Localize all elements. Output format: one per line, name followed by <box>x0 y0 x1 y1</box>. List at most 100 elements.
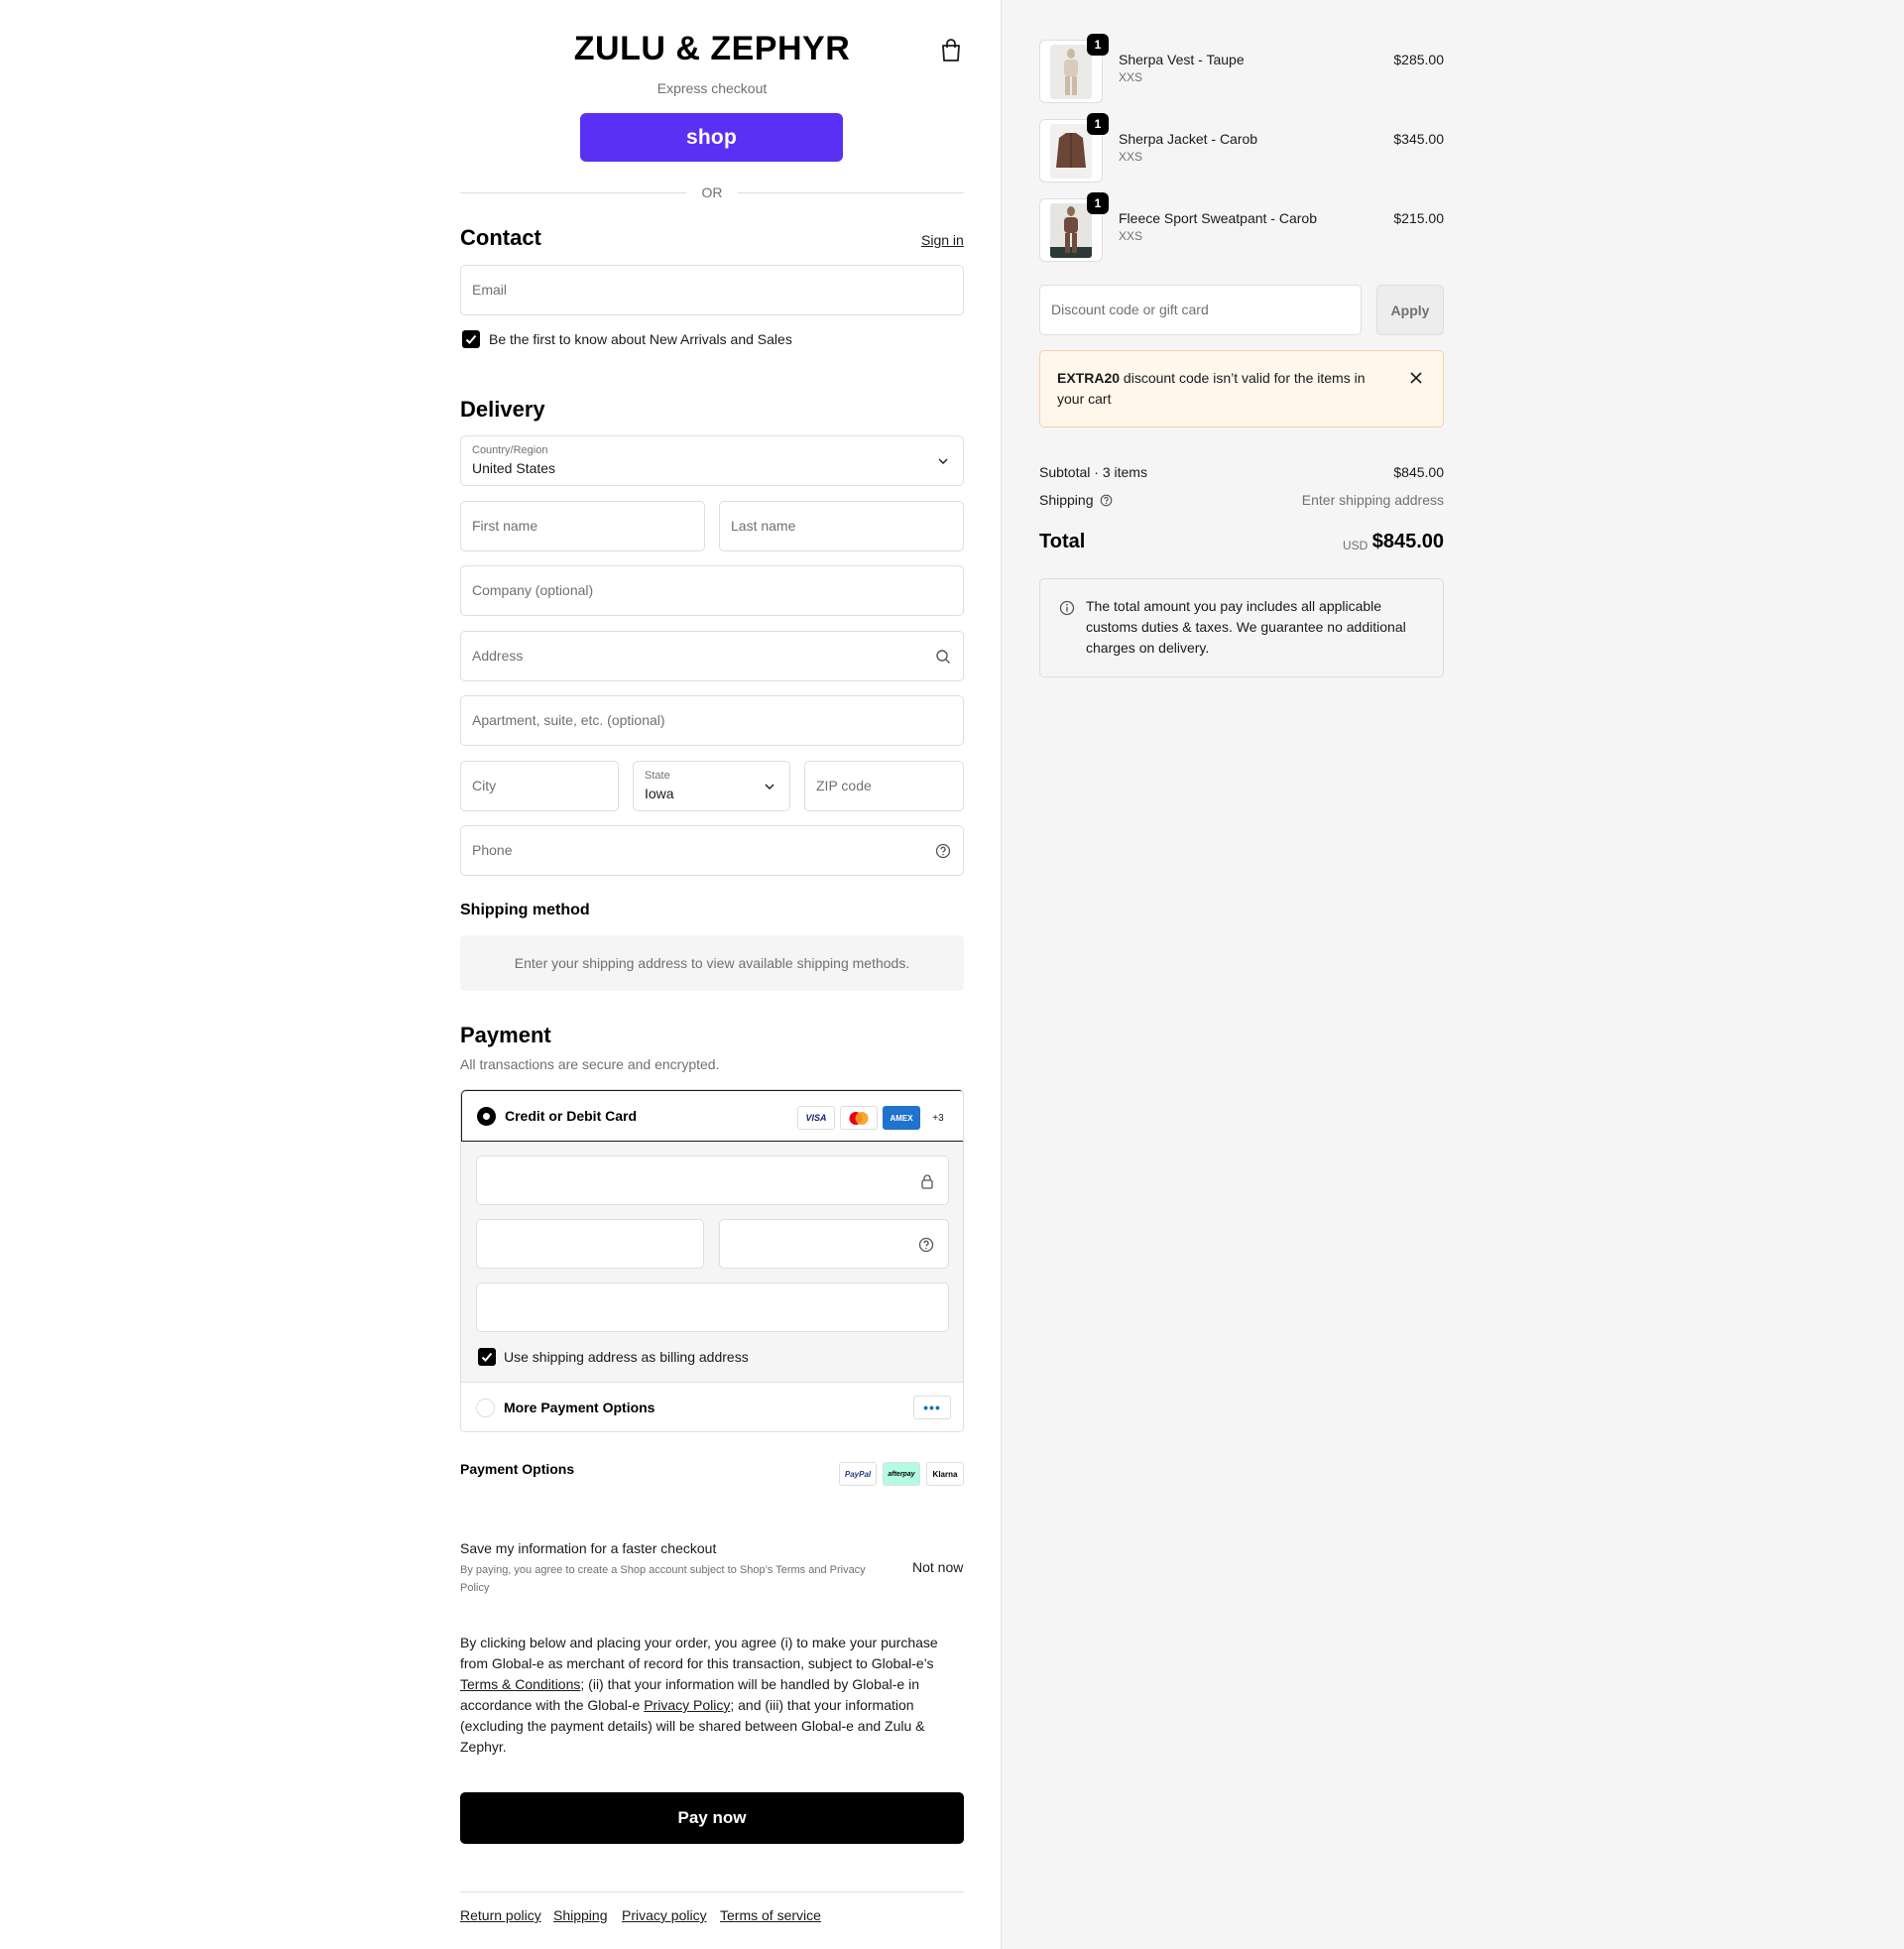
help-circle-icon[interactable] <box>918 1237 934 1253</box>
more-options-label: More Payment Options <box>504 1400 655 1415</box>
item-price: $215.00 <box>1393 210 1444 226</box>
search-icon[interactable] <box>935 649 951 665</box>
newsletter-checkbox[interactable] <box>462 330 480 348</box>
billing-label: Use shipping address as billing address <box>504 1349 749 1365</box>
zip-field[interactable]: ZIP code <box>804 761 964 811</box>
shop-terms-link[interactable]: Terms <box>775 1564 805 1576</box>
legal-notice: By clicking below and placing your order… <box>460 1635 938 1755</box>
item-name: Sherpa Vest - Taupe <box>1119 52 1245 67</box>
shipping-value: Enter shipping address <box>1301 492 1444 508</box>
card-expiry-input[interactable] <box>476 1219 704 1269</box>
country-label: Country/Region <box>472 444 548 456</box>
store-logo[interactable]: ZULU & ZEPHYR <box>460 30 964 68</box>
klarna-icon: Klarna <box>926 1462 964 1486</box>
visa-icon: VISA <box>797 1106 835 1130</box>
duties-info-text: The total amount you pay includes all ap… <box>1086 598 1406 656</box>
more-brands-badge: +3 <box>932 1112 944 1124</box>
card-option-label: Credit or Debit Card <box>505 1108 638 1124</box>
city-field[interactable]: City <box>460 761 619 811</box>
more-dots-icon[interactable]: ••• <box>913 1396 951 1419</box>
or-divider: OR <box>460 183 964 201</box>
more-options-radio[interactable] <box>476 1399 495 1417</box>
footer-divider <box>460 1891 964 1892</box>
email-field[interactable]: Email <box>460 265 964 315</box>
payment-subtitle: All transactions are secure and encrypte… <box>460 1056 720 1072</box>
afterpay-icon: afterpay <box>883 1462 920 1486</box>
global-e-terms-link[interactable]: Terms & Conditions <box>460 1676 580 1692</box>
checkmark-icon <box>465 334 477 344</box>
total-label: Total <box>1039 531 1086 552</box>
payment-title: Payment <box>460 1023 551 1047</box>
paypal-icon: PayPal <box>839 1462 877 1486</box>
or-label: OR <box>701 184 723 200</box>
email-placeholder: Email <box>472 282 508 298</box>
product-thumbnail-icon <box>1050 203 1092 258</box>
shipping-method-title: Shipping method <box>460 902 590 918</box>
global-e-privacy-link[interactable]: Privacy Policy <box>644 1697 730 1713</box>
shipping-link[interactable]: Shipping <box>553 1907 608 1923</box>
card-cvv-input[interactable] <box>719 1219 949 1269</box>
terms-of-service-link[interactable]: Terms of service <box>720 1907 821 1923</box>
checkmark-icon <box>481 1352 493 1362</box>
alert-message: EXTRA20 discount code isn’t valid for th… <box>1057 370 1366 407</box>
item-name: Sherpa Jacket - Carob <box>1119 131 1258 147</box>
chevron-down-icon <box>765 784 774 790</box>
shipping-method-placeholder: Enter your shipping address to view avai… <box>460 935 964 991</box>
help-circle-icon[interactable] <box>1100 494 1113 507</box>
item-variant: XXS <box>1119 229 1143 243</box>
save-info-title: Save my information for a faster checkou… <box>460 1540 717 1556</box>
payment-methods: Credit or Debit Card VISA AMEX +3 Use sh… <box>460 1089 964 1432</box>
info-icon <box>1059 600 1075 616</box>
help-circle-icon[interactable] <box>935 843 951 859</box>
product-thumbnail-icon <box>1050 124 1092 179</box>
card-option-row[interactable]: Credit or Debit Card VISA AMEX +3 <box>461 1090 963 1142</box>
card-number-input[interactable] <box>476 1156 949 1205</box>
card-name-input[interactable] <box>476 1282 949 1332</box>
close-icon[interactable] <box>1409 371 1423 385</box>
mastercard-icon <box>840 1106 878 1130</box>
city-placeholder: City <box>472 778 497 793</box>
state-value: Iowa <box>645 786 674 801</box>
more-payment-options-row[interactable]: More Payment Options ••• <box>461 1382 963 1431</box>
shop-pay-button[interactable]: shop <box>580 113 843 162</box>
product-thumbnail-icon <box>1050 45 1092 99</box>
privacy-policy-link[interactable]: Privacy policy <box>622 1907 707 1923</box>
zip-placeholder: ZIP code <box>816 778 872 793</box>
return-policy-link[interactable]: Return policy <box>460 1907 541 1923</box>
apartment-field[interactable]: Apartment, suite, etc. (optional) <box>460 695 964 746</box>
address-placeholder: Address <box>472 648 524 664</box>
save-info-fineprint: By paying, you agree to create a Shop ac… <box>460 1564 866 1594</box>
chevron-down-icon <box>938 458 948 464</box>
apartment-placeholder: Apartment, suite, etc. (optional) <box>472 712 665 728</box>
shipping-label: Shipping <box>1039 492 1113 508</box>
pay-now-button[interactable]: Pay now <box>460 1792 964 1844</box>
not-now-button[interactable]: Not now <box>912 1559 963 1575</box>
discount-placeholder: Discount code or gift card <box>1051 302 1209 317</box>
item-variant: XXS <box>1119 150 1143 164</box>
item-price: $285.00 <box>1393 52 1444 67</box>
company-field[interactable]: Company (optional) <box>460 565 964 616</box>
billing-checkbox[interactable] <box>478 1348 496 1366</box>
subtotal-label: Subtotal · 3 items <box>1039 464 1147 480</box>
shopping-bag-icon[interactable] <box>940 39 962 62</box>
contact-title: Contact <box>460 225 541 250</box>
phone-field[interactable]: Phone <box>460 825 964 876</box>
last-name-placeholder: Last name <box>731 518 796 534</box>
state-select[interactable]: State Iowa <box>633 761 790 811</box>
cart-item: 1 Fleece Sport Sweatpant - Carob XXS $21… <box>1039 192 1444 262</box>
cart-item: 1 Sherpa Vest - Taupe XXS $285.00 <box>1039 34 1444 103</box>
express-checkout-label: Express checkout <box>656 80 768 96</box>
discount-code-input[interactable]: Discount code or gift card <box>1039 285 1362 335</box>
card-radio[interactable] <box>477 1107 496 1126</box>
first-name-field[interactable]: First name <box>460 501 705 551</box>
sign-in-link[interactable]: Sign in <box>921 232 964 248</box>
address-field[interactable]: Address <box>460 631 964 681</box>
payment-options-title: Payment Options <box>460 1461 575 1477</box>
item-name: Fleece Sport Sweatpant - Carob <box>1119 210 1317 226</box>
amex-icon: AMEX <box>883 1106 920 1130</box>
apply-discount-button[interactable]: Apply <box>1376 285 1444 335</box>
cart-item: 1 Sherpa Jacket - Carob XXS $345.00 <box>1039 113 1444 183</box>
last-name-field[interactable]: Last name <box>719 501 964 551</box>
country-select[interactable]: Country/Region United States <box>460 435 964 486</box>
item-variant: XXS <box>1119 70 1143 84</box>
